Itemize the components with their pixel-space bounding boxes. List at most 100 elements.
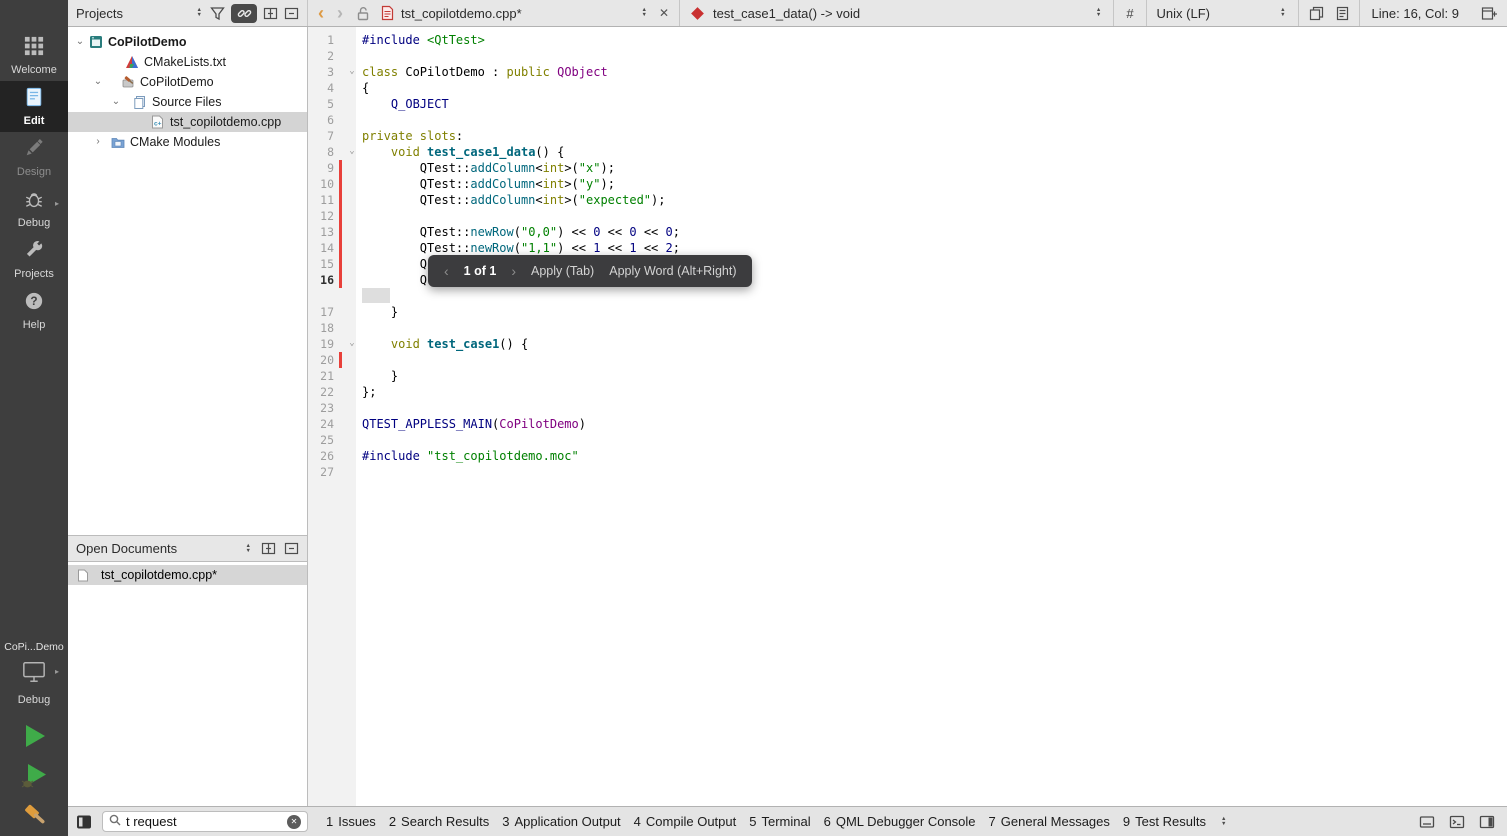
tree-item-project-root[interactable]: ⌄ CoPilotDemo	[68, 32, 307, 52]
search-input-value[interactable]: t request	[126, 814, 282, 829]
output-collapse-icon[interactable]	[1419, 815, 1435, 829]
tree-item-cmakelists[interactable]: CMakeLists.txt	[68, 52, 307, 72]
mode-help[interactable]: ? Help	[0, 285, 68, 336]
open-document-item[interactable]: tst_copilotdemo.cpp*	[68, 565, 307, 585]
pane-application-output[interactable]: 3Application Output	[502, 814, 620, 829]
code-line[interactable]: 2	[308, 48, 1507, 64]
open-document-label[interactable]: tst_copilotdemo.cpp*	[401, 6, 522, 21]
go-back-icon[interactable]: ‹	[318, 4, 324, 22]
code-line[interactable]: 25	[308, 432, 1507, 448]
code-line[interactable]: 24QTEST_APPLESS_MAIN(CoPilotDemo)	[308, 416, 1507, 432]
output-pane-spinner[interactable]: ▲▼	[1219, 817, 1228, 827]
cursor-position-label[interactable]: Line: 16, Col: 9	[1372, 6, 1459, 21]
code-line[interactable]: 18	[308, 320, 1507, 336]
pane-terminal[interactable]: 5Terminal	[749, 814, 810, 829]
fold-marker-icon[interactable]: ⌄	[344, 336, 360, 352]
tree-item-source-files[interactable]: ⌄ Source Files	[68, 92, 307, 112]
mode-welcome[interactable]: Welcome	[0, 30, 68, 81]
apply-word-button[interactable]: Apply Word (Alt+Right)	[609, 264, 736, 278]
code-line[interactable]: 17 }	[308, 304, 1507, 320]
code-line[interactable]: 6	[308, 112, 1507, 128]
code-text: QTest::addColumn<int>("expected");	[360, 192, 665, 208]
current-symbol-label[interactable]: test_case1_data() -> void	[713, 6, 860, 21]
tree-item-target[interactable]: ⌄ CoPilotDemo	[68, 72, 307, 92]
copilot-suggestion-toolbar: ‹ 1 of 1 › Apply (Tab) Apply Word (Alt+R…	[428, 255, 752, 287]
run-debug-button[interactable]	[0, 756, 68, 796]
code-line[interactable]: 22};	[308, 384, 1507, 400]
pane-qml-debugger-console[interactable]: 6QML Debugger Console	[824, 814, 976, 829]
mode-projects[interactable]: Projects	[0, 234, 68, 285]
tree-expand-icon[interactable]: ⌄	[108, 97, 124, 107]
close-panel-icon[interactable]	[284, 541, 299, 556]
code-line[interactable]: 12	[308, 208, 1507, 224]
line-ending-spinner[interactable]: ▲▼	[1278, 8, 1287, 18]
toggle-left-sidebar-icon[interactable]	[76, 814, 92, 830]
next-suggestion-icon[interactable]: ›	[511, 263, 516, 279]
diff-patch-icon[interactable]	[1309, 6, 1324, 21]
terminal-panel-icon[interactable]	[1449, 815, 1465, 829]
code-line[interactable]: 4{	[308, 80, 1507, 96]
file-properties-icon[interactable]	[1336, 6, 1349, 21]
line-ending-label[interactable]: Unix (LF)	[1157, 6, 1210, 21]
symbol-spinner[interactable]: ▲▼	[1094, 8, 1103, 18]
tree-expand-icon[interactable]: ⌄	[72, 37, 88, 47]
code-line[interactable]: 23	[308, 400, 1507, 416]
mode-edit[interactable]: Edit	[0, 81, 68, 132]
fold-marker-icon	[344, 32, 360, 48]
code-line[interactable]: 14 QTest::newRow("1,1") << 1 << 1 << 2;	[308, 240, 1507, 256]
fold-marker-icon	[344, 448, 360, 464]
pane-test-results[interactable]: 9Test Results	[1123, 814, 1206, 829]
code-line[interactable]: 26#include "tst_copilotdemo.moc"	[308, 448, 1507, 464]
code-line[interactable]: 21 }	[308, 368, 1507, 384]
code-line[interactable]: 3⌄class CoPilotDemo : public QObject	[308, 64, 1507, 80]
code-line[interactable]: 11 QTest::addColumn<int>("expected");	[308, 192, 1507, 208]
status-bar-right-icons	[1419, 815, 1499, 829]
filter-icon[interactable]	[210, 6, 225, 21]
file-lock-icon[interactable]	[356, 6, 370, 21]
mode-debug[interactable]: Debug ▸	[0, 183, 68, 234]
fold-marker-icon[interactable]: ⌄	[344, 64, 360, 80]
open-document-spinner[interactable]: ▲▼	[639, 8, 648, 18]
code-line[interactable]: 8⌄ void test_case1_data() {	[308, 144, 1507, 160]
code-line[interactable]: 9 QTest::addColumn<int>("x");	[308, 160, 1507, 176]
tree-item-cpp-file[interactable]: c+ tst_copilotdemo.cpp	[68, 112, 307, 132]
go-forward-icon[interactable]: ›	[337, 4, 343, 22]
fold-marker-icon[interactable]: ⌄	[344, 144, 360, 160]
build-button[interactable]	[0, 796, 68, 836]
code-line[interactable]: 7private slots:	[308, 128, 1507, 144]
code-line[interactable]: 27	[308, 464, 1507, 480]
pane-general-messages[interactable]: 7General Messages	[989, 814, 1110, 829]
pane-issues[interactable]: 1Issues	[326, 814, 376, 829]
code-line[interactable]: 1#include <QtTest>	[308, 32, 1507, 48]
split-editor-icon[interactable]	[1481, 6, 1497, 21]
apply-suggestion-button[interactable]: Apply (Tab)	[531, 264, 594, 278]
hash-button[interactable]: #	[1114, 0, 1146, 26]
run-button[interactable]	[0, 716, 68, 756]
split-panel-icon[interactable]	[263, 6, 278, 21]
split-panel-icon[interactable]	[261, 541, 276, 556]
locator-search-field[interactable]: t request ✕	[102, 811, 308, 832]
sidebar-view-label[interactable]: Projects	[76, 6, 123, 21]
open-documents-spinner[interactable]: ▲▼	[244, 544, 253, 554]
close-panel-icon[interactable]	[284, 6, 299, 21]
tree-collapse-icon[interactable]: ›	[90, 137, 106, 147]
code-line[interactable]: 10 QTest::addColumn<int>("y");	[308, 176, 1507, 192]
tree-expand-icon[interactable]: ⌄	[90, 77, 106, 87]
code-editor[interactable]: 1#include <QtTest>23⌄class CoPilotDemo :…	[308, 27, 1507, 806]
previous-suggestion-icon[interactable]: ‹	[444, 263, 449, 279]
code-line[interactable]: 5 Q_OBJECT	[308, 96, 1507, 112]
close-document-icon[interactable]: ✕	[655, 6, 673, 20]
search-clear-icon[interactable]: ✕	[287, 815, 301, 829]
sidebar-view-spinner[interactable]: ▲▼	[195, 8, 204, 18]
debug-menu-arrow-icon[interactable]: ▸	[55, 199, 59, 208]
code-line[interactable]: 19⌄ void test_case1() {	[308, 336, 1507, 352]
right-sidebar-toggle-icon[interactable]	[1479, 815, 1495, 829]
pane-search-results[interactable]: 2Search Results	[389, 814, 489, 829]
link-with-editor-button[interactable]	[231, 4, 257, 23]
code-line[interactable]: 20	[308, 352, 1507, 368]
change-bar-empty	[338, 448, 344, 464]
pane-compile-output[interactable]: 4Compile Output	[634, 814, 737, 829]
kit-selector-button[interactable]: ▸	[0, 657, 68, 692]
tree-item-cmake-modules[interactable]: › CMake Modules	[68, 132, 307, 152]
code-line[interactable]: 13 QTest::newRow("0,0") << 0 << 0 << 0;	[308, 224, 1507, 240]
